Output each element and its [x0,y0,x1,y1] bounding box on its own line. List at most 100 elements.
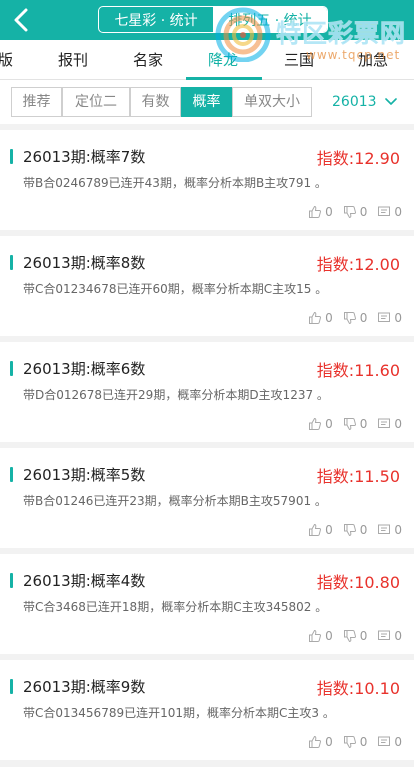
like-count: 0 [325,735,333,749]
like-button[interactable]: 0 [308,311,333,325]
chevron-left-icon [14,8,28,32]
dislike-button[interactable]: 0 [343,311,368,325]
dislike-count: 0 [359,735,368,749]
card-accent-bar [10,255,13,270]
thumbs-up-icon [309,205,322,218]
category-item-xianglong[interactable]: 降龙 [208,40,238,80]
card-description: 带D合012678已连开29期，概率分析本期D主攻1237 。 [23,388,329,402]
filter-tab-probability[interactable]: 概率 [181,87,232,117]
filter-tab-odd-even-size[interactable]: 单双大小 [232,87,312,117]
card-actions: 0 0 0 [308,629,402,643]
card-actions: 0 0 0 [308,523,402,537]
category-item-ban[interactable]: 版 [0,40,13,80]
comment-count: 0 [394,417,402,431]
card-index-value: 指数:12.90 [316,149,400,168]
dislike-button[interactable]: 0 [343,523,368,537]
thumbs-down-icon [343,206,356,219]
category-nav: 版 报刊 名家 降龙 三国 加急 [0,40,414,80]
thumbs-up-icon [309,417,322,430]
like-count: 0 [325,205,333,219]
card-actions: 0 0 0 [308,311,402,325]
prediction-card[interactable]: 26013期:概率7数 指数:12.90 带B合0246789已连开43期，概率… [0,130,414,230]
comment-icon [378,206,391,216]
dislike-count: 0 [359,205,368,219]
like-count: 0 [325,629,333,643]
dislike-count: 0 [359,417,368,431]
like-button[interactable]: 0 [308,523,333,537]
dislike-button[interactable]: 0 [343,629,368,643]
comment-icon [378,736,391,746]
back-button[interactable] [8,6,36,34]
comment-icon [378,312,391,322]
like-button[interactable]: 0 [308,735,333,749]
comment-button[interactable]: 0 [377,311,402,325]
thumbs-up-icon [309,311,322,324]
prediction-card[interactable]: 26013期:概率8数 指数:12.00 带C合01234678已连开60期，概… [0,236,414,336]
chevron-down-icon [384,98,397,105]
card-actions: 0 0 0 [308,417,402,431]
like-button[interactable]: 0 [308,205,333,219]
card-description: 带C合013456789已连开101期，概率分析本期C主攻3 。 [23,706,335,720]
thumbs-up-icon [309,523,322,536]
comment-button[interactable]: 0 [377,417,402,431]
top-header: 七星彩 · 统计 排列五 · 统计 [0,0,414,40]
dislike-button[interactable]: 0 [343,417,368,431]
comment-button[interactable]: 0 [377,205,402,219]
filter-tab-recommend[interactable]: 推荐 [11,87,62,117]
like-count: 0 [325,523,333,537]
lottery-type-switch: 七星彩 · 统计 排列五 · 统计 [98,6,328,33]
prediction-card[interactable]: 26013期:概率9数 指数:10.10 带C合013456789已连开101期… [0,660,414,760]
thumbs-down-icon [343,630,356,643]
card-accent-bar [10,573,13,588]
dislike-button[interactable]: 0 [343,205,368,219]
card-actions: 0 0 0 [308,735,402,749]
comment-count: 0 [394,311,402,325]
comment-button[interactable]: 0 [377,629,402,643]
card-title: 26013期:概率8数 [23,254,146,272]
comment-button[interactable]: 0 [377,735,402,749]
card-accent-bar [10,149,13,164]
card-title: 26013期:概率7数 [23,148,146,166]
card-index-value: 指数:10.80 [316,573,400,592]
card-index-value: 指数:12.00 [316,255,400,274]
comment-count: 0 [394,735,402,749]
thumbs-down-icon [343,312,356,325]
card-accent-bar [10,361,13,376]
thumbs-down-icon [343,736,356,749]
category-item-mingjia[interactable]: 名家 [133,40,163,80]
comment-count: 0 [394,205,402,219]
prediction-card[interactable]: 26013期:概率4数 指数:10.80 带C合3468已连开18期，概率分析本… [0,554,414,654]
dislike-button[interactable]: 0 [343,735,368,749]
dislike-count: 0 [359,311,368,325]
card-accent-bar [10,467,13,482]
card-title: 26013期:概率9数 [23,678,146,696]
filter-tab-youshu[interactable]: 有数 [130,87,181,117]
card-description: 带C合3468已连开18期，概率分析本期C主攻345802 。 [23,600,328,614]
like-count: 0 [325,417,333,431]
card-actions: 0 0 0 [308,205,402,219]
prediction-card[interactable]: 26013期:概率5数 指数:11.50 带B合01246已连开23期，概率分析… [0,448,414,548]
dislike-count: 0 [359,523,368,537]
card-title: 26013期:概率4数 [23,572,146,590]
tab-pailiewu-stats[interactable]: 排列五 · 统计 [213,7,327,32]
thumbs-up-icon [309,735,322,748]
comment-icon [378,630,391,640]
comment-button[interactable]: 0 [377,523,402,537]
like-count: 0 [325,311,333,325]
card-title: 26013期:概率6数 [23,360,146,378]
comment-icon [378,524,391,534]
filter-tab-dingweier[interactable]: 定位二 [62,87,130,117]
category-item-jiaji[interactable]: 加急 [358,40,388,80]
dislike-count: 0 [359,629,368,643]
tab-qixingcai-stats[interactable]: 七星彩 · 统计 [99,7,213,32]
card-description: 带B合0246789已连开43期，概率分析本期B主攻791 。 [23,176,327,190]
issue-select[interactable]: 26013 [332,87,397,117]
comment-icon [378,418,391,428]
prediction-card[interactable]: 26013期:概率6数 指数:11.60 带D合012678已连开29期，概率分… [0,342,414,442]
comment-count: 0 [394,629,402,643]
like-button[interactable]: 0 [308,417,333,431]
like-button[interactable]: 0 [308,629,333,643]
thumbs-down-icon [343,524,356,537]
category-item-sanguo[interactable]: 三国 [284,40,314,80]
category-item-baokan[interactable]: 报刊 [58,40,88,80]
